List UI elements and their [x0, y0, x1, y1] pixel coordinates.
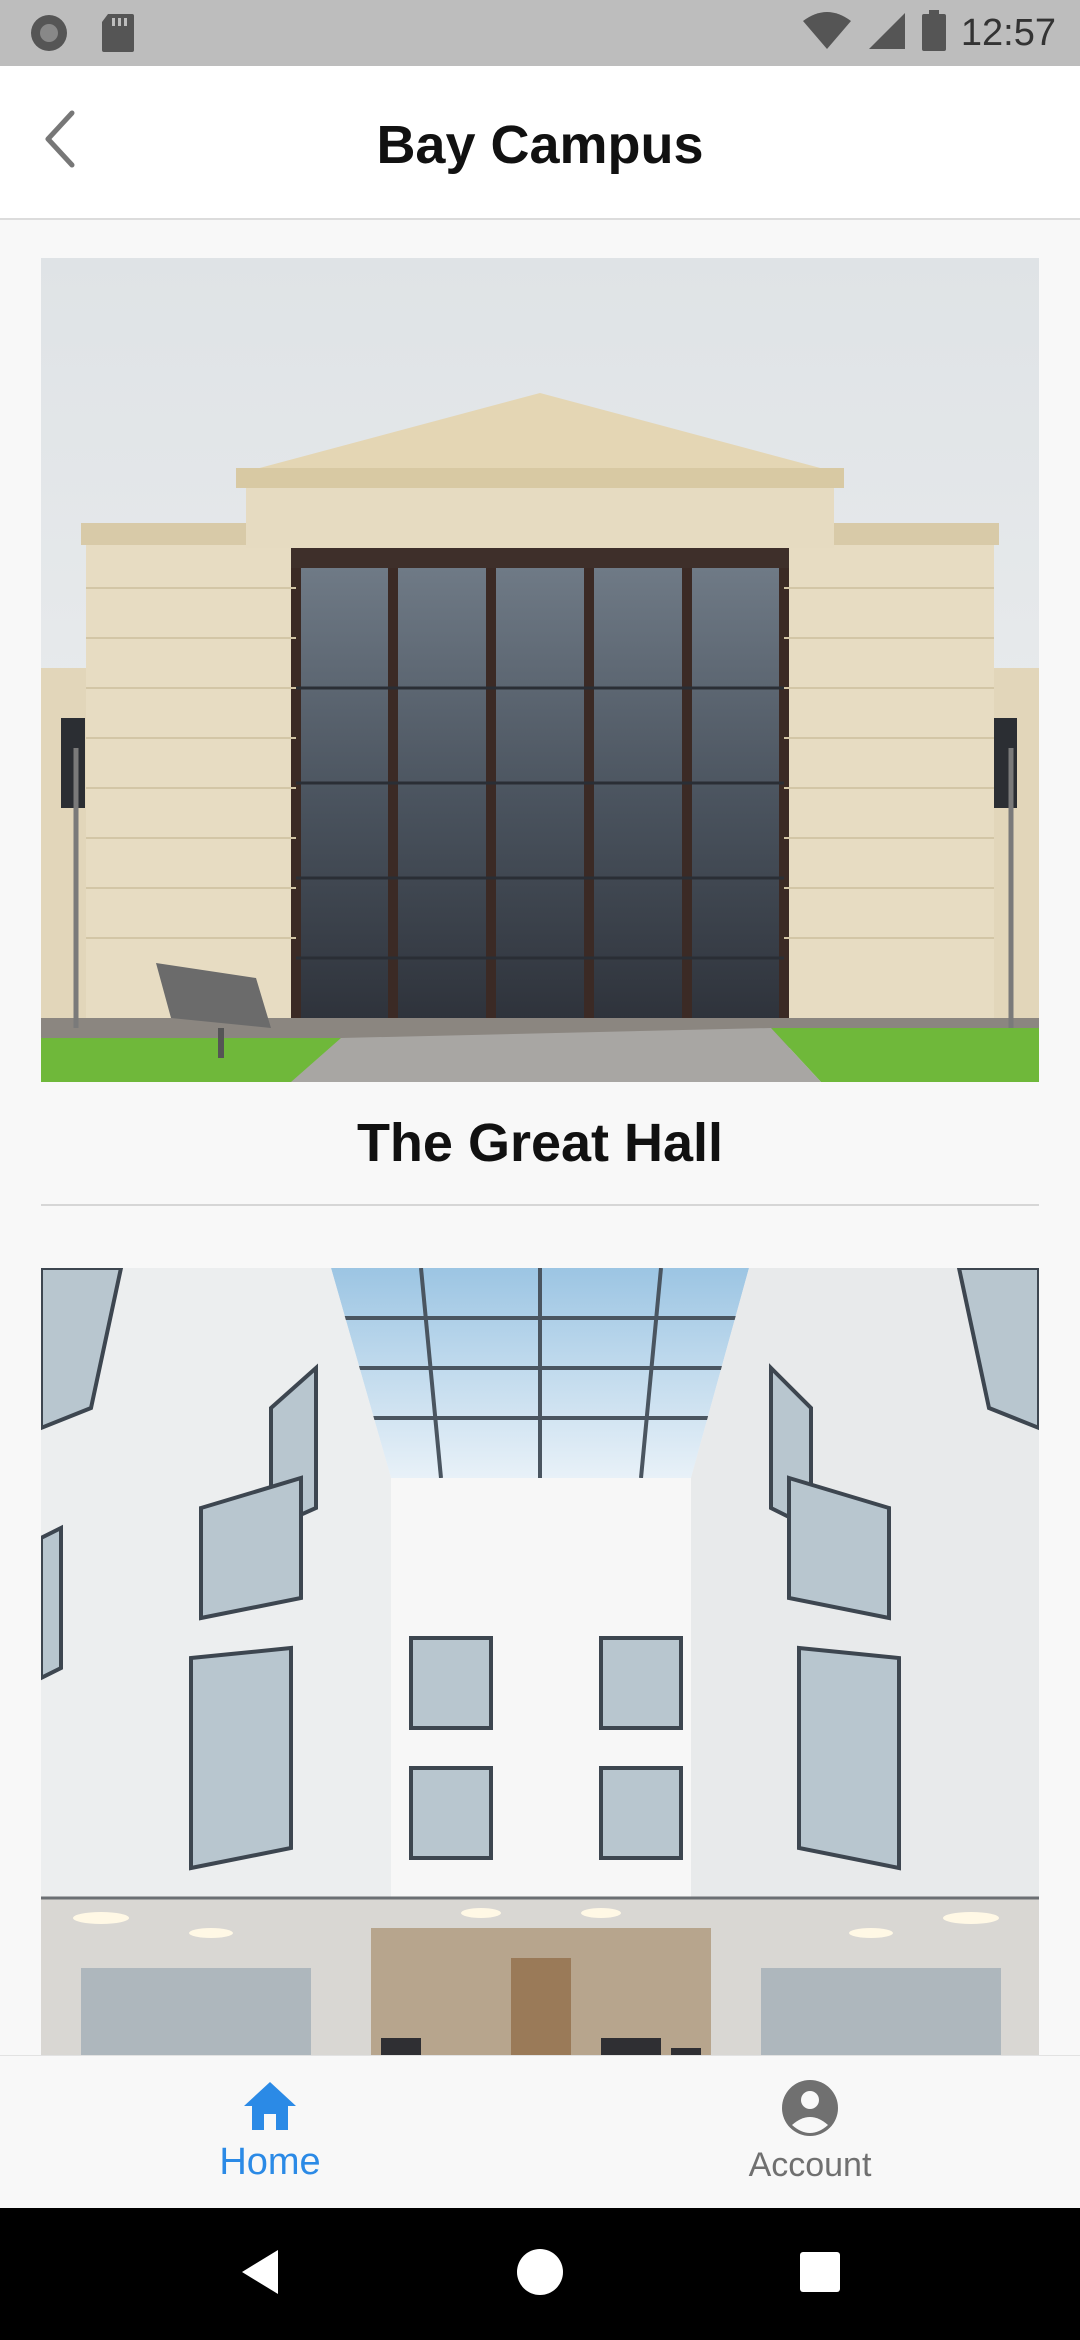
sd-card-icon	[100, 12, 136, 59]
cell-signal-icon	[867, 11, 907, 56]
square-recents-icon	[799, 2251, 841, 2298]
list-item[interactable]	[41, 1268, 1039, 2055]
triangle-back-icon	[238, 2248, 282, 2301]
nav-recents-button[interactable]	[770, 2224, 870, 2324]
card-title: The Great Hall	[356, 1113, 724, 1173]
account-circle-icon	[781, 2079, 839, 2142]
circle-home-icon	[516, 2248, 564, 2301]
card-divider	[41, 1204, 1039, 1206]
bottom-tab-bar: Home Account	[0, 2055, 1080, 2208]
tab-label: Home	[219, 2141, 321, 2183]
circle-notification-icon	[28, 12, 70, 59]
system-nav-bar	[0, 2208, 1080, 2340]
tab-label: Account	[748, 2146, 872, 2184]
card-list: The Great Hall	[0, 220, 1080, 2055]
nav-back-button[interactable]	[210, 2224, 310, 2324]
app-header: Bay Campus	[0, 66, 1080, 220]
wifi-icon	[801, 11, 853, 56]
great-hall-photo	[41, 258, 1039, 1082]
scroll-content[interactable]: The Great Hall	[0, 220, 1080, 2055]
status-bar: 12:57	[0, 0, 1080, 66]
list-item[interactable]: The Great Hall	[41, 258, 1039, 1206]
status-time: 12:57	[960, 12, 1056, 54]
nav-home-button[interactable]	[490, 2224, 590, 2324]
home-icon	[242, 2080, 298, 2137]
atrium-photo	[41, 1268, 1039, 2055]
battery-icon	[921, 10, 947, 57]
tab-home[interactable]: Home	[0, 2056, 540, 2208]
tab-account[interactable]: Account	[540, 2056, 1080, 2208]
page-title: Bay Campus	[376, 115, 704, 175]
